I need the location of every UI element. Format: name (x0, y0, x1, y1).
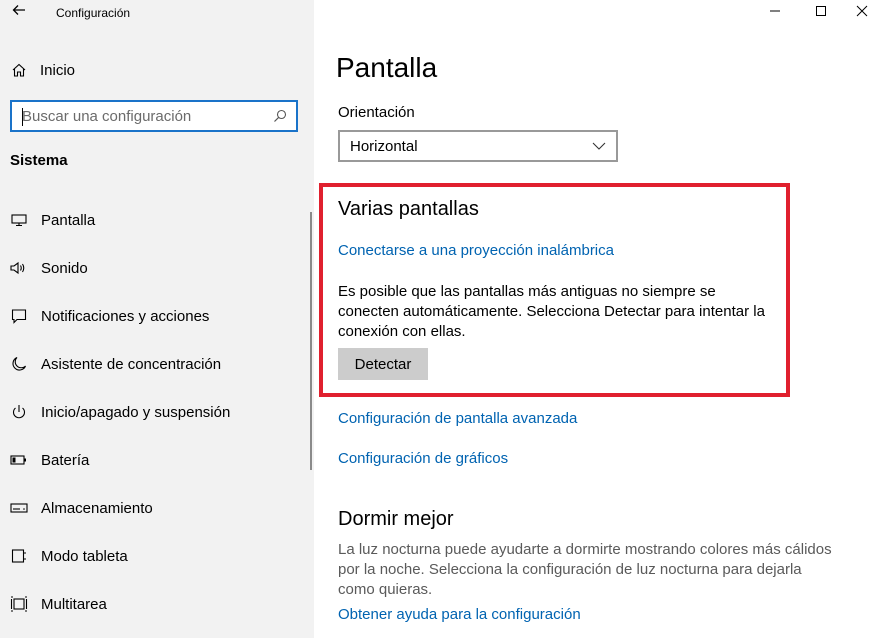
sidebar-item-multitarea[interactable]: Multitarea (0, 580, 310, 628)
multiple-displays-heading: Varias pantallas (338, 198, 479, 220)
tablet-icon (10, 547, 28, 565)
close-button[interactable] (839, 0, 885, 26)
sidebar-item-label: Modo tableta (41, 547, 128, 565)
sidebar-item-home[interactable]: Inicio (10, 58, 300, 82)
sidebar-item-notificaciones[interactable]: Notificaciones y acciones (0, 292, 310, 340)
sidebar-item-label: Asistente de concentración (41, 355, 222, 373)
sidebar-item-almacenamiento[interactable]: Almacenamiento (0, 484, 310, 532)
chevron-down-icon (592, 137, 606, 155)
minimize-icon (769, 4, 781, 22)
sidebar-item-label: Sonido (41, 259, 88, 277)
multiple-displays-description: Es posible que las pantallas más antigua… (338, 283, 765, 340)
moon-icon (10, 355, 28, 373)
battery-icon (10, 451, 28, 469)
sidebar-item-concentracion[interactable]: Asistente de concentración (0, 340, 310, 388)
sidebar-item-label: Notificaciones y acciones (41, 307, 210, 325)
sidebar-item-modo-tableta[interactable]: Modo tableta (0, 532, 310, 580)
app-title: Configuración (56, 6, 131, 20)
sidebar-nav: Pantalla Sonido Notificaciones y accione… (0, 196, 310, 628)
page-title: Pantalla (336, 52, 438, 83)
sidebar-item-label: Inicio/apagado y suspensión (41, 403, 231, 421)
speaker-icon (10, 259, 28, 277)
sidebar-item-label: Almacenamiento (41, 499, 153, 517)
multitask-icon (10, 595, 28, 613)
graphics-settings-link[interactable]: Configuración de gráficos (338, 450, 508, 467)
sidebar-item-pantalla[interactable]: Pantalla (0, 196, 310, 244)
sleep-heading: Dormir mejor (338, 508, 454, 530)
text-cursor (22, 108, 23, 126)
minimize-button[interactable] (752, 0, 798, 26)
sidebar-item-bateria[interactable]: Batería (0, 436, 310, 484)
close-icon (856, 4, 868, 22)
main-content: Pantalla Orientación Horizontal Varias p… (314, 0, 885, 638)
back-arrow-icon[interactable] (10, 3, 28, 23)
maximize-icon (815, 4, 827, 22)
sidebar-item-sonido[interactable]: Sonido (0, 244, 310, 292)
section-title: Sistema (10, 152, 68, 169)
detect-button[interactable]: Detectar (338, 348, 428, 380)
orientation-dropdown[interactable]: Horizontal (338, 130, 618, 162)
storage-icon (10, 499, 28, 517)
sidebar-item-label: Multitarea (41, 595, 107, 613)
sidebar-item-inicio-apagado[interactable]: Inicio/apagado y suspensión (0, 388, 310, 436)
sidebar: Configuración Inicio Sistema Pantalla So… (0, 0, 314, 638)
notification-icon (10, 307, 28, 325)
home-icon (10, 62, 28, 78)
sleep-description: La luz nocturna puede ayudarte a dormirt… (338, 541, 832, 598)
advanced-display-link[interactable]: Configuración de pantalla avanzada (338, 410, 577, 427)
sidebar-scrollbar[interactable] (310, 212, 312, 470)
search-icon[interactable] (272, 108, 288, 124)
maximize-button[interactable] (798, 0, 844, 26)
help-link[interactable]: Obtener ayuda para la configuración (338, 606, 581, 623)
monitor-icon (10, 211, 28, 229)
orientation-label: Orientación (338, 104, 415, 121)
sidebar-item-label: Pantalla (41, 211, 96, 229)
orientation-value: Horizontal (350, 137, 418, 155)
sidebar-item-label: Batería (41, 451, 90, 469)
search-box[interactable] (10, 100, 298, 132)
wireless-projection-link[interactable]: Conectarse a una proyección inalámbrica (338, 242, 614, 259)
home-label: Inicio (40, 61, 76, 79)
power-icon (10, 403, 28, 421)
search-input[interactable] (22, 107, 272, 125)
